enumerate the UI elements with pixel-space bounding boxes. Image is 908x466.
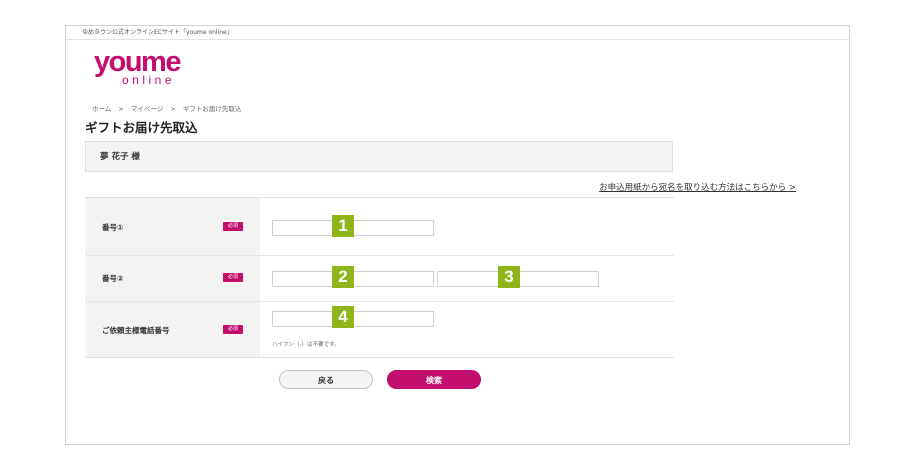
required-badge: 必須 bbox=[223, 325, 243, 334]
site-logo[interactable]: youme online bbox=[94, 48, 181, 87]
phone-label: ご依頼主様電話番号 bbox=[102, 326, 170, 335]
back-button[interactable]: 戻る bbox=[279, 370, 373, 389]
marker-1-badge: 1 bbox=[332, 215, 354, 237]
number-1-label: 番号① bbox=[102, 223, 124, 232]
breadcrumb-home-link[interactable]: ホーム bbox=[92, 103, 111, 113]
marker-3-badge: 3 bbox=[498, 266, 520, 288]
import-form-table: 番号① 必須 1 番号② 必須 2 3 ご依頼主様電話番号 必須 4 ハイフン（… bbox=[85, 197, 674, 358]
search-button[interactable]: 検索 bbox=[387, 370, 481, 389]
required-badge: 必須 bbox=[223, 273, 243, 282]
breadcrumb-current: ギフトお届け先取込 bbox=[182, 105, 242, 113]
breadcrumb: ホーム > マイページ > ギフトお届け先取込 bbox=[92, 103, 241, 113]
form-row-phone: ご依頼主様電話番号 必須 4 ハイフン（-）は不要です。 bbox=[85, 302, 674, 357]
breadcrumb-separator: > bbox=[118, 105, 124, 113]
page-title: ギフトお届け先取込 bbox=[85, 120, 198, 135]
required-badge: 必須 bbox=[223, 222, 243, 231]
number-2-label: 番号② bbox=[102, 274, 124, 283]
import-method-link[interactable]: お申込用紙から宛名を取り込む方法はこちらから > bbox=[599, 181, 796, 193]
phone-hint: ハイフン（-）は不要です。 bbox=[272, 342, 340, 348]
recipient-name-bar: 夢 花子 様 bbox=[85, 141, 673, 172]
form-row-number-1: 番号① 必須 1 bbox=[85, 198, 674, 256]
marker-4-badge: 4 bbox=[332, 306, 354, 328]
breadcrumb-mypage-link[interactable]: マイページ bbox=[131, 103, 163, 113]
logo-sub-text: online bbox=[122, 73, 176, 87]
breadcrumb-separator: > bbox=[170, 105, 176, 113]
form-row-number-2: 番号② 必須 2 3 bbox=[85, 256, 674, 302]
marker-2-badge: 2 bbox=[332, 266, 354, 288]
site-caption: ゆめタウン公式オンラインECサイト「youme online」 bbox=[66, 26, 849, 40]
